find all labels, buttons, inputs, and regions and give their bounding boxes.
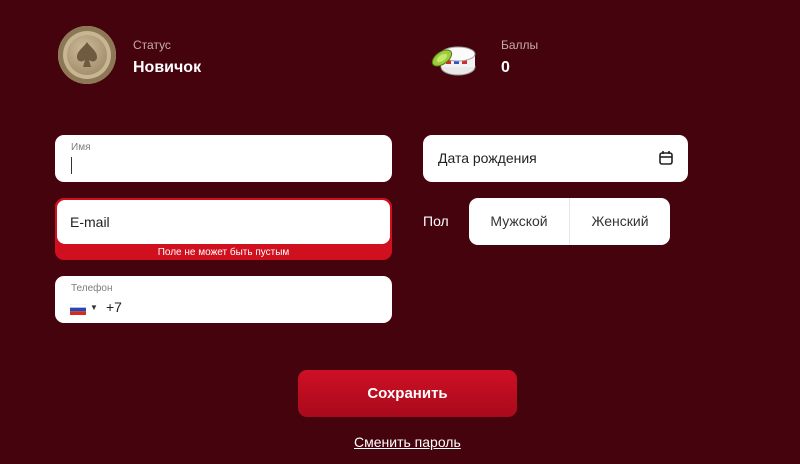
change-password-link[interactable]: Сменить пароль <box>354 434 461 450</box>
points-label: Баллы <box>501 38 539 52</box>
birthdate-placeholder: Дата рождения <box>438 150 537 166</box>
phone-prefix: +7 <box>106 299 122 315</box>
chevron-down-icon: ▼ <box>90 303 98 312</box>
gender-option-female[interactable]: Женский <box>570 198 670 245</box>
text-caret <box>71 157 72 174</box>
russia-flag-icon <box>69 302 87 320</box>
points-value: 0 <box>501 59 510 76</box>
country-select[interactable]: ▼ <box>69 302 100 315</box>
email-placeholder: E-mail <box>70 214 110 230</box>
birthdate-field[interactable]: Дата рождения <box>423 135 688 182</box>
name-label: Имя <box>71 142 91 153</box>
calendar-icon[interactable] <box>658 150 674 171</box>
gender-label: Пол <box>423 213 449 229</box>
phone-field[interactable]: Телефон ▼ +7 <box>55 276 392 323</box>
phone-label: Телефон <box>71 283 113 294</box>
coins-stack-icon <box>428 36 478 78</box>
gender-option-male[interactable]: Мужской <box>469 198 569 245</box>
name-field[interactable]: Имя <box>55 135 392 182</box>
status-label: Статус <box>133 38 171 52</box>
gender-selector: Мужской Женский <box>469 198 670 245</box>
email-field[interactable]: E-mail <box>57 200 390 244</box>
email-error-message: Поле не может быть пустым <box>157 247 290 258</box>
save-button[interactable]: Сохранить <box>298 370 517 417</box>
poker-chip-icon <box>58 26 116 84</box>
status-value: Новичок <box>133 59 202 76</box>
